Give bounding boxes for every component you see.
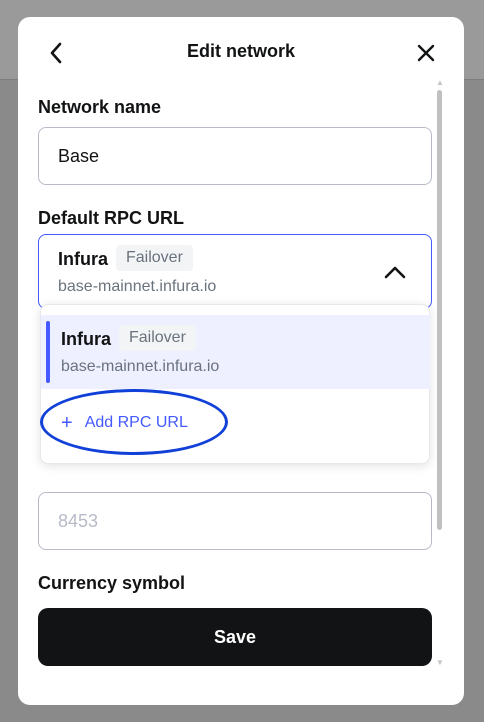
selected-indicator (46, 321, 50, 383)
rpc-url-select[interactable]: Infura Failover base-mainnet.infura.io (38, 234, 432, 309)
scroll-up-arrow-icon[interactable]: ▲ (436, 78, 444, 87)
scrollbar-thumb[interactable] (437, 90, 442, 530)
scroll-down-arrow-icon[interactable]: ▼ (436, 658, 444, 667)
add-rpc-url-button[interactable]: + Add RPC URL (61, 411, 188, 435)
failover-badge: Failover (116, 245, 193, 271)
rpc-option-url: base-mainnet.infura.io (61, 358, 220, 375)
rpc-option-name: Infura (61, 329, 112, 349)
network-name-input[interactable]: Base (38, 127, 432, 185)
close-icon (417, 44, 435, 67)
rpc-dropdown-menu: Infura Failover base-mainnet.infura.io +… (40, 304, 430, 464)
page-title: Edit network (186, 41, 295, 61)
modal-header: Edit network (18, 17, 464, 89)
edit-network-modal: Edit network Network name Base Default R… (18, 17, 464, 705)
rpc-selected-url: base-mainnet.infura.io (58, 278, 217, 295)
currency-symbol-label: Currency symbol (38, 573, 186, 593)
rpc-url-label: Default RPC URL (38, 208, 185, 228)
scrollbar[interactable]: ▲ ▼ (436, 78, 444, 668)
plus-icon: + (61, 412, 73, 434)
save-button[interactable]: Save (38, 608, 432, 666)
chevron-up-icon[interactable] (383, 262, 407, 282)
network-name-label: Network name (38, 97, 162, 117)
failover-badge: Failover (119, 325, 196, 351)
chain-id-input[interactable]: 8453 (38, 492, 432, 550)
add-rpc-url-label: Add RPC URL (84, 414, 188, 431)
close-button[interactable] (410, 39, 442, 71)
rpc-option-infura[interactable]: Infura Failover base-mainnet.infura.io (41, 315, 430, 389)
chain-id-placeholder: 8453 (58, 510, 99, 531)
network-name-value: Base (58, 145, 100, 166)
rpc-selected-name: Infura (58, 249, 109, 269)
